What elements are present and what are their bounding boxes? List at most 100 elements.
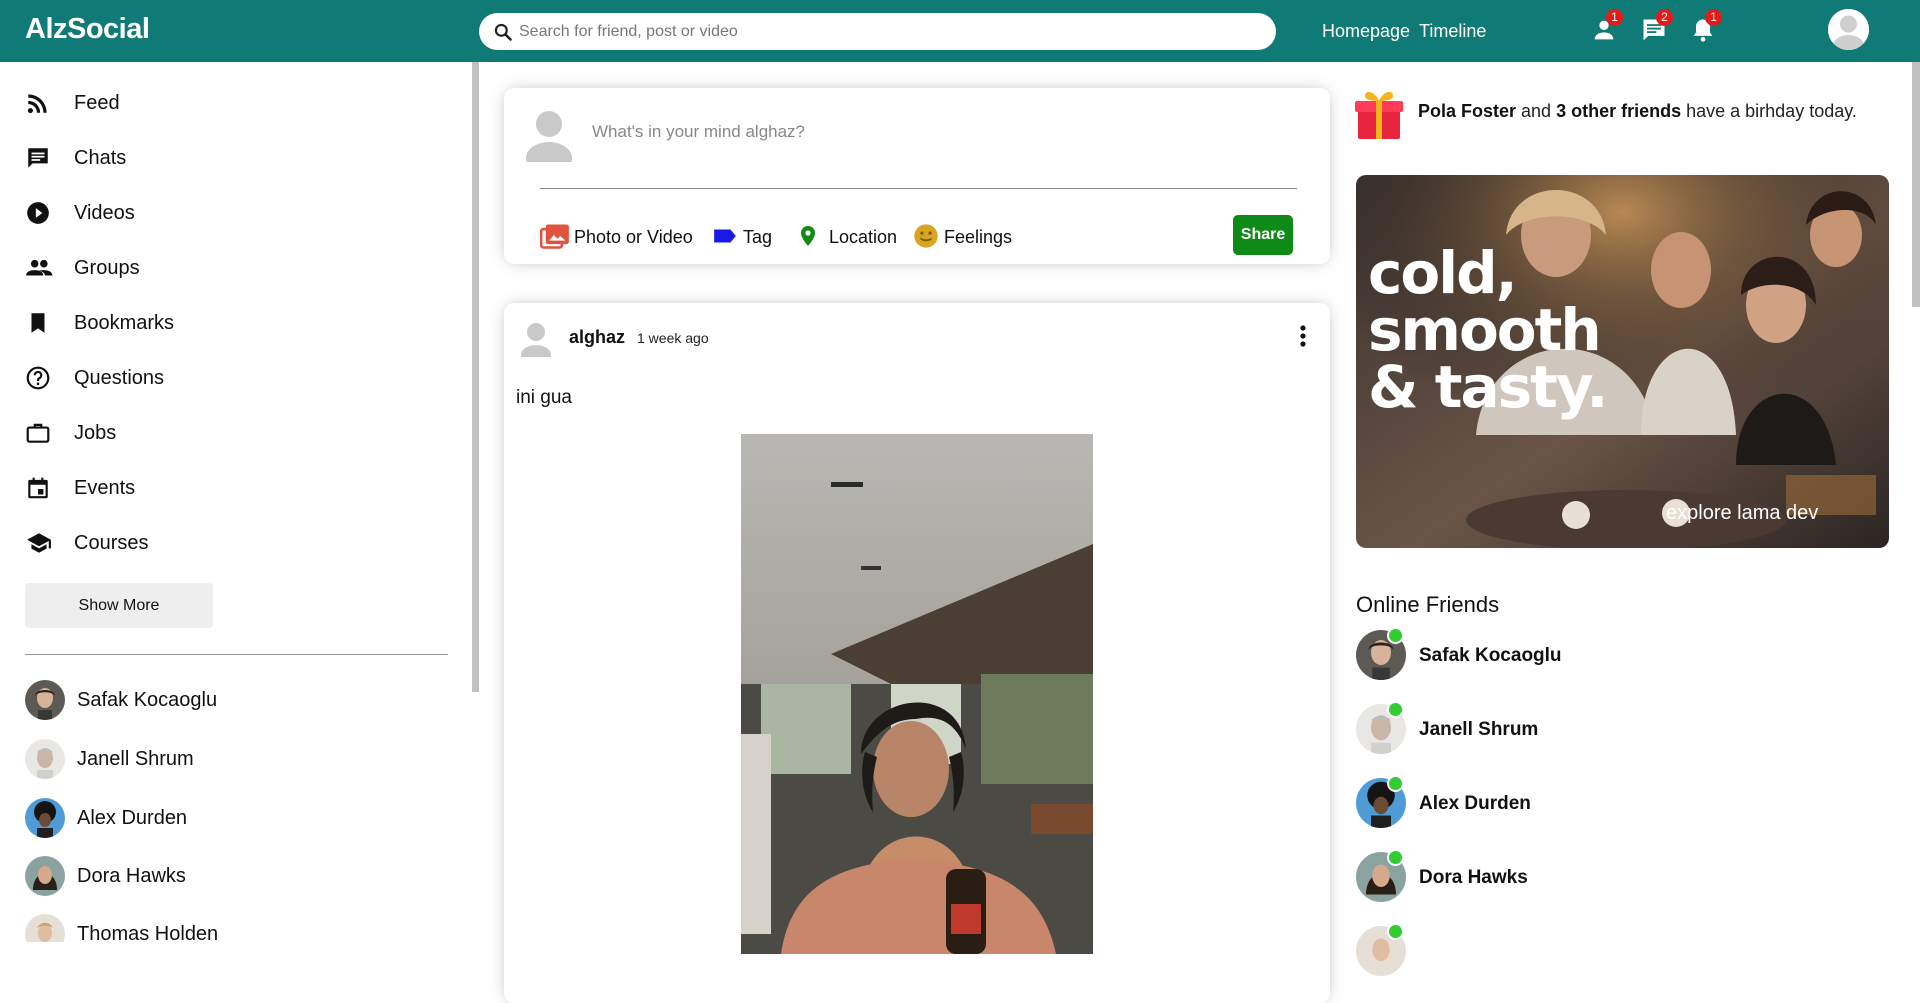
- sidebar-item-label: Videos: [74, 202, 135, 224]
- online-friend-item[interactable]: [1356, 923, 1856, 976]
- sidebar-item-label: Chats: [74, 147, 127, 169]
- friend-avatar: [25, 856, 65, 896]
- online-friend-item[interactable]: Alex Durden: [1356, 775, 1856, 828]
- online-friend-item[interactable]: Safak Kocaoglu: [1356, 627, 1856, 680]
- friend-avatar: [25, 739, 65, 779]
- share-avatar: [524, 108, 574, 162]
- sidebar-item-label: Bookmarks: [74, 312, 175, 334]
- friend-avatar: [25, 680, 65, 720]
- notifications-badge: 1: [1705, 9, 1722, 26]
- sidebar-divider: [25, 654, 448, 655]
- more-vert-icon[interactable]: [1291, 323, 1315, 349]
- friend-name: Dora Hawks: [77, 865, 186, 887]
- sidebar-item-groups[interactable]: Groups: [25, 253, 425, 283]
- show-more-button[interactable]: Show More: [25, 583, 213, 628]
- ad-footer: explore lama dev: [1666, 502, 1819, 524]
- homepage-link[interactable]: Homepage: [1322, 21, 1410, 42]
- perm-media-icon: [540, 222, 570, 250]
- post-author-avatar[interactable]: [520, 321, 552, 357]
- photo-video-option[interactable]: Photo or Video: [540, 222, 693, 252]
- sidebar-item-courses[interactable]: Courses: [25, 528, 425, 558]
- messages-badge: 2: [1656, 9, 1673, 26]
- post-timestamp: 1 week ago: [637, 330, 709, 346]
- online-friend-item[interactable]: Dora Hawks: [1356, 849, 1856, 902]
- online-friend-item[interactable]: Janell Shrum: [1356, 701, 1856, 754]
- post-username[interactable]: alghaz: [569, 327, 625, 348]
- sidebar-friend-item[interactable]: Thomas Holden: [25, 914, 425, 942]
- messages-button[interactable]: 2: [1640, 9, 1673, 46]
- advertisement-banner[interactable]: cold, smooth & tasty. explore lama dev: [1356, 175, 1889, 548]
- search-icon: [493, 22, 513, 42]
- ad-headline-line: cold,: [1368, 239, 1518, 307]
- sidebar-item-feed[interactable]: Feed: [25, 88, 425, 118]
- search-input[interactable]: [519, 13, 1259, 50]
- share-input[interactable]: [592, 120, 1192, 144]
- share-box: Photo or Video Tag Location Feelings Sha…: [504, 88, 1330, 264]
- option-label: Tag: [743, 227, 773, 247]
- friend-avatar: [25, 914, 65, 942]
- ad-headline-line: smooth: [1368, 295, 1602, 364]
- online-indicator: [1387, 775, 1404, 792]
- sidebar-item-chats[interactable]: Chats: [25, 143, 425, 173]
- tag-option[interactable]: Tag: [712, 222, 782, 252]
- option-label: Location: [829, 227, 898, 247]
- chat-icon: [25, 145, 51, 171]
- emoji-emotions-icon: [912, 222, 940, 250]
- sidebar-item-label: Questions: [74, 367, 165, 389]
- ad-headline-line: & tasty.: [1368, 352, 1608, 421]
- sidebar-item-label: Feed: [74, 92, 120, 114]
- sidebar-item-bookmarks[interactable]: Bookmarks: [25, 308, 425, 338]
- sidebar-scrollbar[interactable]: [472, 62, 479, 692]
- birthday-others[interactable]: 3 other friends: [1556, 101, 1681, 121]
- birthday-notice: Pola Foster and 3 other friends have a b…: [1418, 101, 1857, 122]
- timeline-link[interactable]: Timeline: [1419, 21, 1486, 42]
- app-logo[interactable]: AlzSocial: [25, 13, 150, 46]
- room-icon: [796, 222, 820, 250]
- option-label: Feelings: [944, 227, 1013, 247]
- school-icon: [25, 530, 53, 556]
- friend-name: Dora Hawks: [1419, 867, 1528, 888]
- bookmark-icon: [25, 310, 51, 336]
- online-indicator: [1387, 923, 1404, 940]
- notifications-button[interactable]: 1: [1689, 9, 1722, 46]
- label-icon: [712, 222, 738, 250]
- online-indicator: [1387, 701, 1404, 718]
- sidebar-item-jobs[interactable]: Jobs: [25, 418, 425, 448]
- work-outline-icon: [25, 420, 51, 446]
- sidebar-item-videos[interactable]: Videos: [25, 198, 425, 228]
- sidebar-item-label: Jobs: [74, 422, 117, 444]
- feelings-option[interactable]: Feelings: [912, 222, 1022, 252]
- location-option[interactable]: Location: [796, 222, 906, 252]
- birthday-suffix: have a birhday today.: [1681, 101, 1857, 121]
- sidebar-item-label: Courses: [74, 532, 149, 554]
- friend-requests-button[interactable]: 1: [1590, 9, 1623, 46]
- gift-icon: [1355, 87, 1403, 141]
- sidebar-item-questions[interactable]: Questions: [25, 363, 425, 393]
- friend-name: Safak Kocaoglu: [1419, 645, 1562, 666]
- ad-headline: cold, smooth & tasty.: [1368, 239, 1608, 421]
- share-button[interactable]: Share: [1233, 215, 1293, 255]
- online-indicator: [1387, 627, 1404, 644]
- sidebar-item-label: Events: [74, 477, 136, 499]
- sidebar-friend-item[interactable]: Dora Hawks: [25, 856, 425, 896]
- post-image[interactable]: [741, 434, 1093, 954]
- sidebar-friend-item[interactable]: Safak Kocaoglu: [25, 680, 425, 720]
- profile-avatar[interactable]: [1828, 9, 1869, 50]
- birthday-connector: and: [1516, 101, 1557, 121]
- group-icon: [25, 255, 53, 281]
- sidebar-friend-item[interactable]: Janell Shrum: [25, 739, 425, 779]
- option-label: Photo or Video: [574, 227, 693, 247]
- sidebar-friend-item[interactable]: Alex Durden: [25, 798, 425, 838]
- friend-name: Alex Durden: [77, 807, 188, 829]
- page-scrollbar[interactable]: [1912, 62, 1920, 307]
- friend-name: Janell Shrum: [1419, 719, 1539, 740]
- play-circle-icon: [25, 200, 51, 226]
- birthday-friend-name[interactable]: Pola Foster: [1418, 101, 1516, 121]
- rss-feed-icon: [25, 90, 51, 116]
- post-text: ini gua: [516, 387, 572, 408]
- online-friends-title: Online Friends: [1356, 592, 1500, 617]
- friend-avatar: [25, 798, 65, 838]
- search-bar[interactable]: [479, 13, 1276, 50]
- friend-name: Janell Shrum: [77, 748, 194, 770]
- sidebar-item-events[interactable]: Events: [25, 473, 425, 503]
